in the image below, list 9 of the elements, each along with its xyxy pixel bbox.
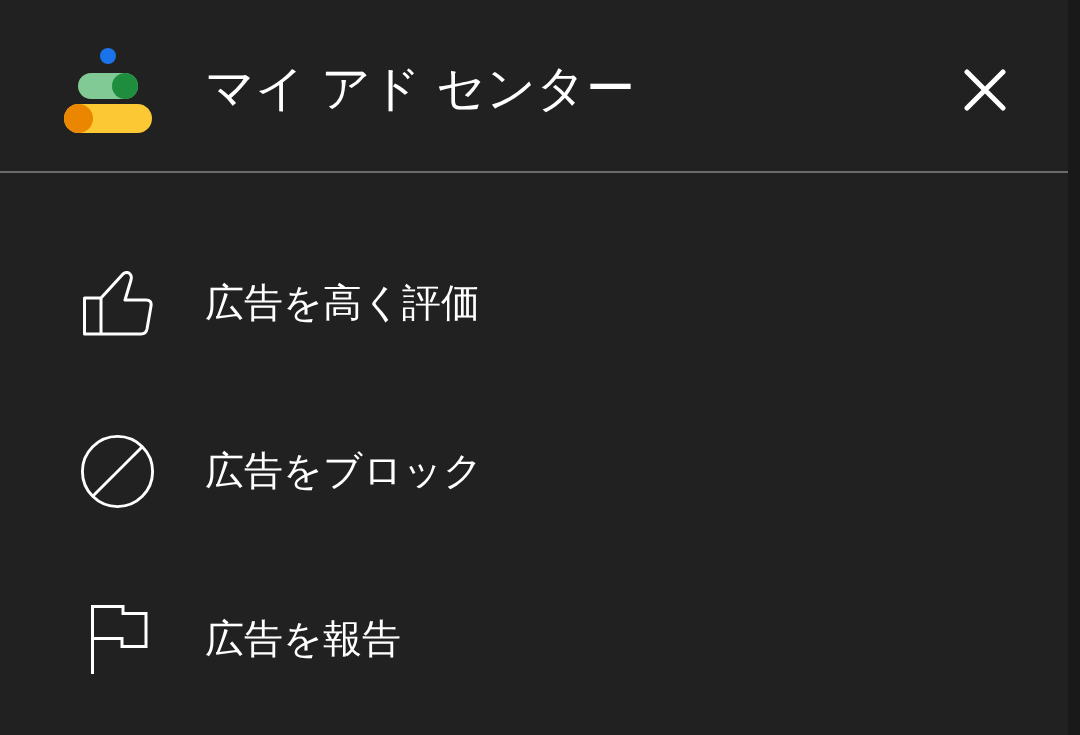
block-icon (80, 433, 155, 509)
panel-title: マイ アド センター (205, 60, 637, 119)
thumbs-up-icon (82, 270, 153, 336)
menu-item[interactable]: 広告を高く評価 (0, 219, 1068, 387)
close-icon (964, 68, 1006, 111)
menu-item[interactable]: 広告をブロック (0, 387, 1068, 555)
flag-icon (89, 604, 148, 674)
menu-item[interactable]: 広告を報告 (0, 555, 1068, 723)
close-button[interactable] (964, 68, 1006, 111)
